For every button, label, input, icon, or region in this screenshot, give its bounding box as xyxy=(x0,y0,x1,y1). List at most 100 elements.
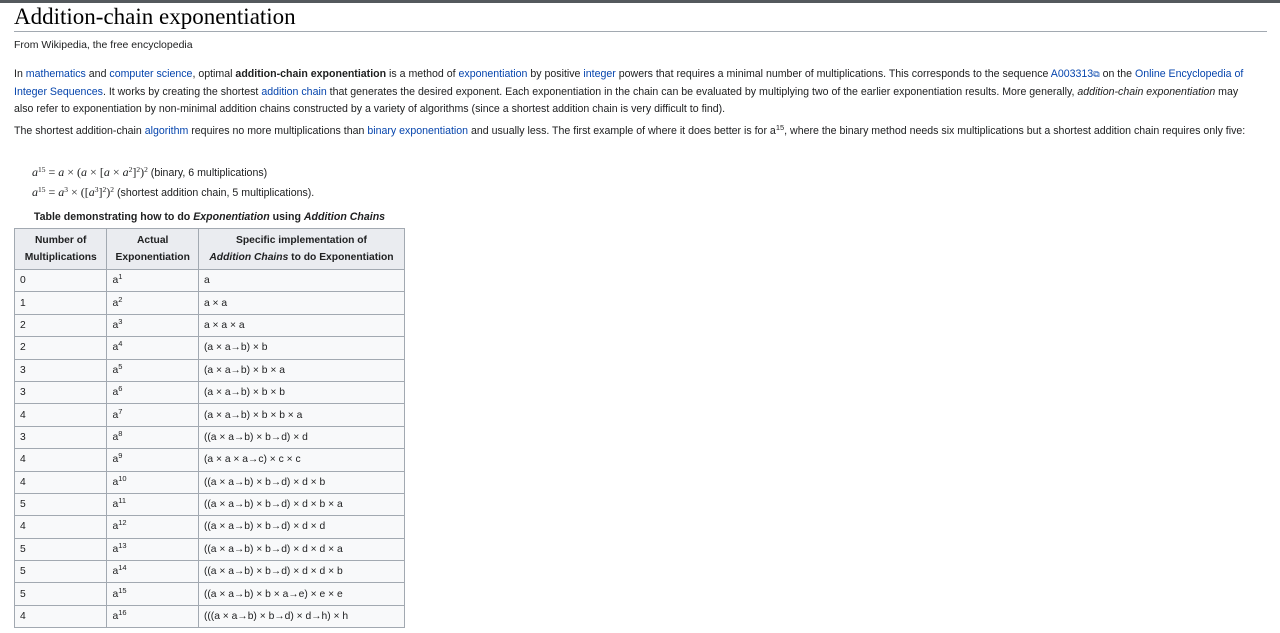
table-row: 3 a5 (a × a→b) × b × a xyxy=(13,358,406,382)
link-addition-chain[interactable]: addition chain xyxy=(261,86,326,98)
cell-implementation: a xyxy=(197,268,406,293)
top-bar xyxy=(0,0,1280,3)
text: powers that requires a minimal number of… xyxy=(615,68,1051,80)
superscript: 16 xyxy=(118,608,127,618)
header-implementation: Specific implementation of Addition Chain… xyxy=(197,228,406,270)
header-multiplications: Number of Multiplications xyxy=(13,228,108,270)
table-row: 4 a10 ((a × a→b) × b→d) × d × b xyxy=(13,470,406,494)
text: by positive xyxy=(527,68,584,80)
table-row: 2 a3 a × a × a xyxy=(13,313,406,338)
cell-multiplications: 4 xyxy=(13,403,108,427)
superscript: 4 xyxy=(118,339,123,349)
cell-implementation: ((a × a→b) × b→d) × d × d xyxy=(197,515,406,539)
cell-exponentiation: a13 xyxy=(106,537,199,562)
superscript: 7 xyxy=(118,406,123,416)
cell-multiplications: 1 xyxy=(13,291,108,315)
text: on the xyxy=(1099,68,1135,80)
text: Number of xyxy=(34,235,87,246)
formula-block: a15 = a × (a × [a × a2]2)2 (binary, 6 mu… xyxy=(32,163,314,202)
link-algorithm[interactable]: algorithm xyxy=(145,125,189,137)
page-title: Addition-chain exponentiation xyxy=(14,4,296,29)
cell-multiplications: 4 xyxy=(13,448,108,472)
text: In xyxy=(14,68,26,80)
table-row: 3 a6 (a × a→b) × b × b xyxy=(13,380,406,405)
link-integer[interactable]: integer xyxy=(583,68,615,80)
link-exponentiation[interactable]: exponentiation xyxy=(459,68,528,80)
cell-exponentiation: a14 xyxy=(106,560,199,584)
cell-implementation: ((a × a→b) × b→d) × d xyxy=(197,425,406,450)
cell-exponentiation: a5 xyxy=(106,358,199,382)
link-computer-science[interactable]: computer science xyxy=(109,68,192,80)
cell-multiplications: 5 xyxy=(13,492,108,517)
text: to do Exponentiation xyxy=(288,252,394,263)
text: The shortest addition-chain xyxy=(14,125,145,137)
math-expression: a15 = a3 × ([a3]2)2 xyxy=(32,184,115,199)
superscript: 14 xyxy=(118,563,127,573)
cell-implementation: (((a × a→b) × b→d) × d→h) × h xyxy=(197,604,406,629)
cell-implementation: (a × a→b) × b × b × a xyxy=(197,403,406,427)
superscript: 9 xyxy=(118,451,123,461)
superscript: 3 xyxy=(118,316,123,326)
cell-exponentiation: a9 xyxy=(106,448,199,472)
formula-binary: a15 = a × (a × [a × a2]2)2 (binary, 6 mu… xyxy=(32,163,314,183)
cell-implementation: (a × a→b) × b × a xyxy=(197,358,406,382)
math-expression: a15 = a × (a × [a × a2]2)2 xyxy=(32,165,148,179)
second-paragraph: The shortest addition-chain algorithm re… xyxy=(14,123,1254,141)
formula-note: (binary, 6 multiplications) xyxy=(147,167,268,179)
superscript: 15 xyxy=(775,123,785,132)
text: using xyxy=(269,211,304,223)
cell-multiplications: 0 xyxy=(13,268,108,293)
cell-exponentiation: a12 xyxy=(106,515,199,539)
title-divider xyxy=(14,31,1267,32)
cell-multiplications: 4 xyxy=(13,604,108,629)
cell-exponentiation: a16 xyxy=(106,604,199,629)
italic-term: addition-chain exponentiation xyxy=(1077,85,1216,98)
page-tagline: From Wikipedia, the free encyclopedia xyxy=(14,39,193,51)
table-row: 5 a14 ((a × a→b) × b→d) × d × d × b xyxy=(13,560,406,584)
cell-implementation: (a × a→b) × b × b xyxy=(197,380,406,405)
superscript: 5 xyxy=(118,361,123,371)
cell-multiplications: 3 xyxy=(13,380,108,405)
cell-exponentiation: a3 xyxy=(106,313,199,338)
cell-implementation: a × a xyxy=(197,291,406,315)
superscript: 6 xyxy=(118,384,123,394)
table-row: 4 a16 (((a × a→b) × b→d) × d→h) × h xyxy=(13,604,406,629)
bold-term: addition-chain exponentiation xyxy=(235,68,387,80)
text: Exponentiation xyxy=(193,211,270,223)
table-row: 2 a4 (a × a→b) × b xyxy=(13,336,406,360)
text: , optimal xyxy=(192,68,236,80)
cell-multiplications: 3 xyxy=(13,425,108,450)
cell-multiplications: 5 xyxy=(13,560,108,584)
cell-exponentiation: a7 xyxy=(106,403,199,427)
cell-exponentiation: a2 xyxy=(106,291,199,315)
cell-multiplications: 4 xyxy=(13,515,108,539)
text: and usually less. The first example of w… xyxy=(468,125,776,137)
superscript: 11 xyxy=(118,496,126,506)
cell-implementation: ((a × a→b) × b→d) × d × d × a xyxy=(197,537,406,562)
text: , where the binary method needs six mult… xyxy=(784,125,1246,137)
superscript: 1 xyxy=(118,272,123,282)
superscript: 2 xyxy=(118,294,123,304)
text: Actual xyxy=(136,235,169,246)
cell-exponentiation: a1 xyxy=(106,268,199,293)
header-exponentiation: Actual Exponentiation xyxy=(106,228,199,270)
text: and xyxy=(85,68,110,80)
cell-multiplications: 2 xyxy=(13,313,108,338)
superscript: 12 xyxy=(118,518,127,528)
cell-multiplications: 5 xyxy=(13,537,108,562)
cell-implementation: ((a × a→b) × b × a→e) × e × e xyxy=(197,582,406,606)
link-oeis-sequence[interactable]: A003313 xyxy=(1051,68,1093,80)
table-row: 3 a8 ((a × a→b) × b→d) × d xyxy=(13,425,406,450)
cell-multiplications: 2 xyxy=(13,336,108,360)
link-mathematics[interactable]: mathematics xyxy=(26,68,86,80)
text: Addition Chains xyxy=(303,211,386,223)
cell-implementation: ((a × a→b) × b→d) × d × b × a xyxy=(197,492,406,517)
cell-exponentiation: a10 xyxy=(106,470,199,494)
text: Addition Chains xyxy=(209,252,289,263)
text: requires no more multiplications than xyxy=(188,125,368,137)
cell-multiplications: 4 xyxy=(13,470,108,494)
text: . It works by creating the shortest xyxy=(102,85,262,98)
table-row: 4 a12 ((a × a→b) × b→d) × d × d xyxy=(13,515,406,539)
superscript: 10 xyxy=(118,473,127,483)
link-binary-exponentiation[interactable]: binary exponentiation xyxy=(367,125,468,137)
